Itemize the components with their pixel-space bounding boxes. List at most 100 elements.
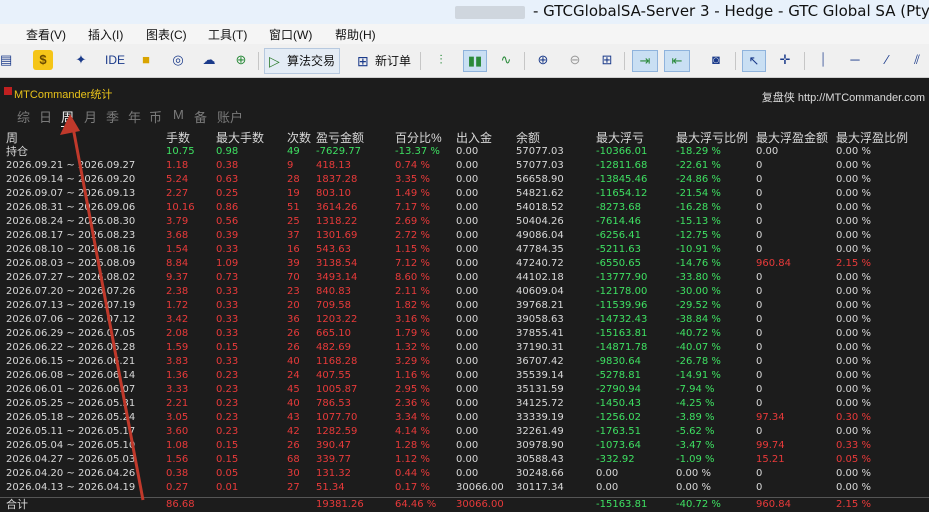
table-row[interactable]: 2026.08.31 ~ 2026.09.06 10.16 0.86 51 3614.2… <box>0 201 929 215</box>
table-row[interactable]: 2026.06.22 ~ 2026.06.28 1.59 0.15 26 482.69 1… <box>0 341 929 355</box>
zoom-out-icon[interactable]: ⊖ <box>564 50 586 70</box>
header-lots[interactable]: 手数 <box>166 129 190 146</box>
cell-week-range: 2026.08.31 ~ 2026.09.06 <box>6 202 136 213</box>
menu-window[interactable]: 窗口(W) <box>269 26 312 43</box>
vline-icon[interactable]: ⏐ <box>812 50 834 70</box>
cell-count: 51 <box>287 202 300 213</box>
cell-count: 16 <box>287 244 300 255</box>
cell-count: 40 <box>287 356 300 367</box>
hline-icon[interactable]: ─ <box>844 50 866 70</box>
shift-icon[interactable]: ⇤ <box>664 50 690 72</box>
tab-account[interactable]: 账户 <box>217 107 243 126</box>
separator <box>524 52 525 70</box>
summary-max-float-profit: 960.84 <box>756 499 791 510</box>
table-row[interactable]: 2026.09.21 ~ 2026.09.27 1.18 0.38 9 418.13 0.… <box>0 159 929 173</box>
table-row[interactable]: 2026.06.29 ~ 2026.07.05 2.08 0.33 26 665.10 1… <box>0 327 929 341</box>
header-max-drawdown-ratio[interactable]: 最大浮亏比例 <box>676 129 748 146</box>
menu-help[interactable]: 帮助(H) <box>335 26 376 43</box>
cell-max-float-profit: 0 <box>756 174 763 185</box>
channel-icon[interactable]: ⫽ <box>906 50 928 70</box>
cell-max-lots: 0.98 <box>216 146 239 157</box>
tab-symbol[interactable]: 币 <box>149 107 162 126</box>
globe-plus-icon[interactable]: ⊕ <box>230 50 252 70</box>
header-percent[interactable]: 百分比% <box>395 129 442 146</box>
cell-deposit: 0.00 <box>456 272 479 283</box>
line-chart-icon[interactable]: ∿ <box>495 50 517 70</box>
menu-charts[interactable]: 图表(C) <box>146 26 187 43</box>
header-pnl[interactable]: 盈亏金额 <box>316 129 364 146</box>
cell-max-lots: 0.23 <box>216 370 239 381</box>
header-balance[interactable]: 余额 <box>516 129 540 146</box>
brand-link[interactable]: 复盘侠 http://MTCommander.com <box>762 89 925 105</box>
cell-count: 27 <box>287 482 300 493</box>
tab-month[interactable]: 月 <box>84 107 97 126</box>
new-order-button[interactable]: ⊞ 新订单 <box>352 48 416 74</box>
crosshair-icon[interactable]: ✛ <box>774 50 796 70</box>
cell-max-drawdown-ratio: -7.94 % <box>676 384 715 395</box>
tab-year[interactable]: 年 <box>128 107 141 126</box>
menu-tools[interactable]: 工具(T) <box>208 26 247 43</box>
cloud-icon[interactable]: ☁ <box>198 50 220 70</box>
cell-count: 9 <box>287 160 294 171</box>
table-row[interactable]: 2026.04.27 ~ 2026.05.03 1.56 0.15 68 339.77 1… <box>0 453 929 467</box>
table-row[interactable]: 2026.06.01 ~ 2026.06.07 3.33 0.23 45 1005.87… <box>0 383 929 397</box>
tab-summary[interactable]: 综 <box>17 107 30 126</box>
camera-icon[interactable]: ◙ <box>705 50 727 70</box>
menu-view[interactable]: 查看(V) <box>26 26 66 43</box>
tab-magic[interactable]: M <box>173 107 184 122</box>
table-row[interactable]: 2026.08.24 ~ 2026.08.30 3.79 0.56 25 1318.22… <box>0 215 929 229</box>
table-row[interactable]: 2026.09.14 ~ 2026.09.20 5.24 0.63 28 1837.28… <box>0 173 929 187</box>
cell-pnl: 1005.87 <box>316 384 358 395</box>
table-row[interactable]: 2026.08.17 ~ 2026.08.23 3.68 0.39 37 1301.69… <box>0 229 929 243</box>
candle-icon[interactable]: ▮▮ <box>463 50 487 72</box>
tab-week[interactable]: 周 <box>61 107 75 127</box>
table-row[interactable]: 2026.07.27 ~ 2026.08.02 9.37 0.73 70 3493.14… <box>0 271 929 285</box>
briefcase-icon[interactable]: ■ <box>136 50 156 70</box>
header-max-lots[interactable]: 最大手数 <box>216 129 264 146</box>
cell-count: 43 <box>287 412 300 423</box>
cell-week-range: 2026.07.27 ~ 2026.08.02 <box>6 272 136 283</box>
sparkle-icon[interactable]: ✦ <box>70 50 92 70</box>
bar-chart-icon[interactable]: ⫶ <box>430 50 452 70</box>
cell-max-drawdown: -1763.51 <box>596 426 641 437</box>
header-max-float-profit[interactable]: 最大浮盈金额 <box>756 129 828 146</box>
table-row[interactable]: 2026.05.25 ~ 2026.05.31 2.21 0.23 40 786.53 2… <box>0 397 929 411</box>
table-row[interactable]: 2026.07.20 ~ 2026.07.26 2.38 0.33 23 840.83 2… <box>0 285 929 299</box>
tab-day[interactable]: 日 <box>39 107 52 126</box>
tab-note[interactable]: 备 <box>194 107 207 126</box>
header-deposit[interactable]: 出入金 <box>456 129 492 146</box>
table-row[interactable]: 2026.08.03 ~ 2026.08.09 8.84 1.09 39 3138.54… <box>0 257 929 271</box>
table-row[interactable]: 2026.06.08 ~ 2026.06.14 1.36 0.23 24 407.55 1… <box>0 369 929 383</box>
table-row[interactable]: 2026.05.18 ~ 2026.05.24 3.05 0.23 43 1077.70… <box>0 411 929 425</box>
tab-quarter[interactable]: 季 <box>106 107 119 126</box>
trend-icon[interactable]: ⁄ <box>876 50 898 70</box>
table-row[interactable]: 2026.06.15 ~ 2026.06.21 3.83 0.33 40 1168.28… <box>0 355 929 369</box>
table-row[interactable]: 2026.09.07 ~ 2026.09.13 2.27 0.25 19 803.10 1… <box>0 187 929 201</box>
table-row[interactable]: 2026.08.10 ~ 2026.08.16 1.54 0.33 16 543.63 1… <box>0 243 929 257</box>
cursor-icon[interactable]: ↖ <box>742 50 766 72</box>
cell-max-lots: 0.23 <box>216 426 239 437</box>
table-row[interactable]: 2026.07.06 ~ 2026.07.12 3.42 0.33 36 1203.22… <box>0 313 929 327</box>
table-row[interactable]: 2026.05.04 ~ 2026.05.10 1.08 0.15 26 390.47 1… <box>0 439 929 453</box>
table-row[interactable]: 2026.04.13 ~ 2026.04.19 0.27 0.01 27 51.34 0.… <box>0 481 929 495</box>
ide-button[interactable]: IDE <box>101 50 129 70</box>
signal-icon[interactable]: ◎ <box>167 50 189 70</box>
menu-insert[interactable]: 插入(I) <box>88 26 123 43</box>
cell-max-drawdown: -1450.43 <box>596 398 641 409</box>
table-row[interactable]: 2026.05.11 ~ 2026.05.17 3.60 0.23 42 1282.59… <box>0 425 929 439</box>
algo-trading-button[interactable]: ▷ 算法交易 <box>264 48 341 74</box>
header-max-float-profit-ratio[interactable]: 最大浮盈比例 <box>836 129 908 146</box>
scroll-icon[interactable]: ⇥ <box>632 50 658 72</box>
cell-max-float-profit-ratio: 0.00 % <box>836 342 871 353</box>
header-week[interactable]: 周 <box>6 129 18 146</box>
holding-row[interactable]: 持仓 10.75 0.98 49 -7629.77 -13.37 % 0.00 57077.0… <box>0 145 929 159</box>
chart-icon[interactable]: ▤ <box>0 50 12 70</box>
table-row[interactable]: 2026.07.13 ~ 2026.07.19 1.72 0.33 20 709.58 1… <box>0 299 929 313</box>
cell-max-drawdown-ratio: -21.54 % <box>676 188 721 199</box>
grid-icon[interactable]: ⊞ <box>596 50 618 70</box>
header-count[interactable]: 次数 <box>287 129 311 146</box>
dollar-icon[interactable]: $ <box>33 50 53 70</box>
table-row[interactable]: 2026.04.20 ~ 2026.04.26 0.38 0.05 30 131.32 0… <box>0 467 929 481</box>
zoom-in-icon[interactable]: ⊕ <box>532 50 554 70</box>
header-max-drawdown[interactable]: 最大浮亏 <box>596 129 644 146</box>
